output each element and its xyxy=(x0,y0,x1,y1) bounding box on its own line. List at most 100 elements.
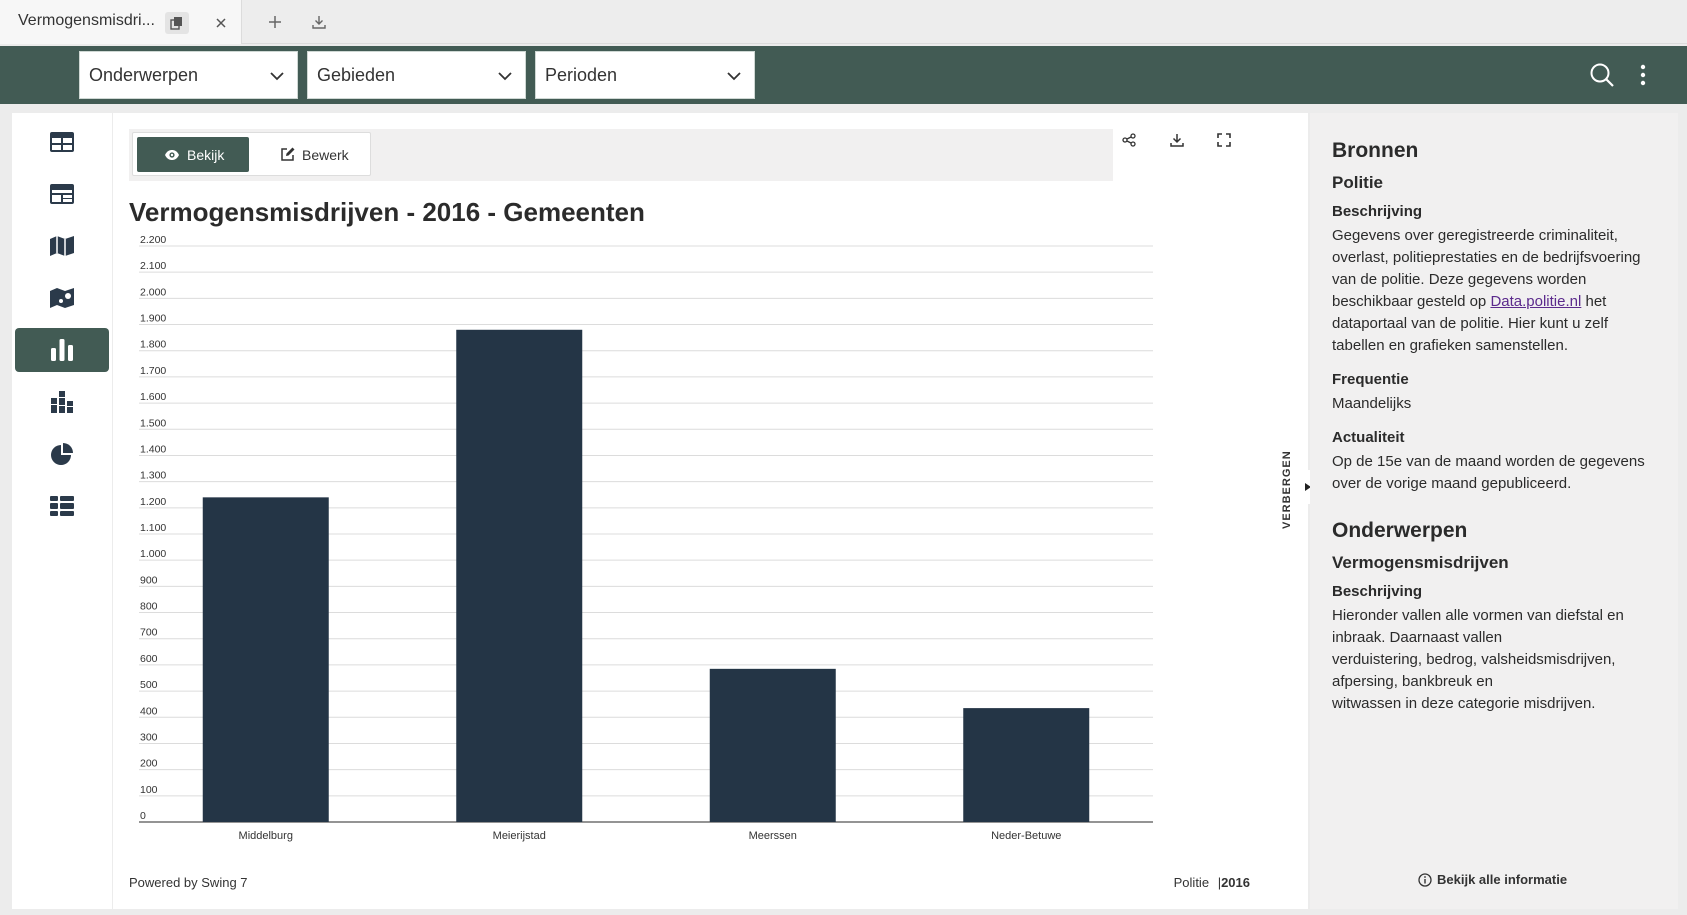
y-tick-label: 200 xyxy=(140,758,158,770)
view-edit-toggle: Bekijk Bewerk xyxy=(132,132,371,176)
onderwerpen-dropdown[interactable]: Onderwerpen xyxy=(79,51,298,99)
download-tab-icon[interactable] xyxy=(307,11,331,33)
tab-strip: Vermogensmisdri... xyxy=(0,0,1687,44)
share-icon[interactable] xyxy=(1116,127,1142,153)
sidebar-item-pie-chart[interactable] xyxy=(15,432,109,476)
pie-chart-icon xyxy=(51,443,73,465)
source-label: Politie xyxy=(1173,875,1210,890)
actuality-value: Op de 15e van de maand worden de gegeven… xyxy=(1332,453,1645,492)
y-tick-label: 2.200 xyxy=(140,234,166,246)
subject-description-label: Beschrijving xyxy=(1332,583,1423,600)
edit-button[interactable]: Bewerk xyxy=(253,137,365,172)
chart-title: Vermogensmisdrijven - 2016 - Gemeenten xyxy=(129,197,645,227)
bar-middelburg[interactable] xyxy=(202,497,329,822)
more-options-icon[interactable] xyxy=(1628,60,1658,90)
source-year: Politie |2016 xyxy=(1173,875,1250,890)
gebieden-dropdown[interactable]: Gebieden xyxy=(307,51,526,99)
tiles-icon xyxy=(50,496,74,516)
powered-by: Powered by Swing 7 xyxy=(129,875,248,890)
bar-neder-betuwe[interactable] xyxy=(963,708,1090,822)
subject-desc-line: verduistering, bedrog, valsheidsmisdrijv… xyxy=(1332,651,1616,690)
x-tick-label: Middelburg xyxy=(239,830,293,842)
dashboard-icon xyxy=(50,184,74,204)
perioden-dropdown[interactable]: Perioden xyxy=(535,51,755,99)
duplicate-tab-icon[interactable] xyxy=(165,12,189,34)
view-type-sidebar xyxy=(12,113,112,909)
y-tick-label: 1.100 xyxy=(140,522,166,534)
info-panel: Bronnen Politie Beschrijving Gegevens ov… xyxy=(1310,113,1678,909)
tab-title: Vermogensmisdri... xyxy=(18,12,155,29)
data-politie-link[interactable]: Data.politie.nl xyxy=(1490,293,1581,310)
y-tick-label: 2.000 xyxy=(140,286,166,298)
view-button-label: Bekijk xyxy=(187,146,225,163)
y-tick-label: 400 xyxy=(140,705,158,717)
onderwerpen-title: Onderwerpen xyxy=(1332,519,1468,542)
y-tick-label: 100 xyxy=(140,784,158,796)
chevron-down-icon xyxy=(727,72,741,81)
edit-button-label: Bewerk xyxy=(302,146,349,163)
sidebar-item-map[interactable] xyxy=(15,224,109,268)
y-tick-label: 500 xyxy=(140,679,158,691)
edit-icon xyxy=(281,147,295,161)
view-button[interactable]: Bekijk xyxy=(137,137,249,172)
fullscreen-icon[interactable] xyxy=(1211,127,1237,153)
subject-name: Vermogensmisdrijven xyxy=(1332,553,1509,572)
bar-meierijstad[interactable] xyxy=(456,329,583,822)
view-all-info-button[interactable]: Bekijk alle informatie xyxy=(1418,872,1567,887)
sidebar-item-stacked-chart[interactable] xyxy=(15,380,109,424)
subject-desc-line: witwassen in deze categorie misdrijven. xyxy=(1332,695,1596,712)
source-name: Politie xyxy=(1332,173,1384,192)
y-tick-label: 600 xyxy=(140,653,158,665)
view-all-info-label: Bekijk alle informatie xyxy=(1437,872,1568,887)
top-toolbar: Onderwerpen Gebieden Perioden xyxy=(0,46,1687,104)
eye-icon xyxy=(165,149,179,160)
sidebar-item-tiles[interactable] xyxy=(15,484,109,528)
y-tick-label: 1.800 xyxy=(140,339,166,351)
browser-tab[interactable]: Vermogensmisdri... xyxy=(0,0,242,44)
stacked-chart-icon xyxy=(51,391,73,413)
info-icon xyxy=(1418,872,1432,887)
table-icon xyxy=(50,132,74,152)
y-tick-label: 1.400 xyxy=(140,443,166,455)
chevron-down-icon xyxy=(498,72,512,81)
sidebar-item-bar-chart[interactable] xyxy=(15,328,109,372)
y-tick-label: 0 xyxy=(140,810,146,822)
dropdown-label: Gebieden xyxy=(317,64,396,85)
frequency-label: Frequentie xyxy=(1332,371,1409,388)
x-tick-label: Neder-Betuwe xyxy=(991,830,1061,842)
sidebar-item-table[interactable] xyxy=(15,120,109,164)
close-tab-icon[interactable] xyxy=(209,12,233,34)
bar-chart-icon xyxy=(51,339,73,361)
map-icon xyxy=(50,236,74,256)
chevron-down-icon xyxy=(270,72,284,81)
hide-panel-label[interactable]: VERBERGEN xyxy=(1277,450,1297,530)
bronnen-title: Bronnen xyxy=(1332,139,1419,162)
main-panel: Bekijk Bewerk Vermogensmisdrijven - 2016… xyxy=(113,113,1308,909)
download-icon[interactable] xyxy=(1164,127,1190,153)
y-tick-label: 300 xyxy=(140,731,158,743)
sidebar-item-dashboard[interactable] xyxy=(15,172,109,216)
y-tick-label: 1.300 xyxy=(140,470,166,482)
y-tick-label: 1.700 xyxy=(140,365,166,377)
search-icon[interactable] xyxy=(1587,60,1617,90)
actuality-label: Actualiteit xyxy=(1332,429,1405,446)
bar-chart: 0 100 200 300 400 500 600 700 800 900 1.000 1.100 1.… xyxy=(139,234,1153,842)
year-label: 2016 xyxy=(1221,875,1250,890)
y-tick-label: 1.200 xyxy=(140,496,166,508)
y-tick-label: 900 xyxy=(140,574,158,586)
add-tab-icon[interactable] xyxy=(263,11,287,33)
map-points-icon xyxy=(50,288,74,308)
bar-meerssen[interactable] xyxy=(709,668,836,822)
y-tick-label: 1.600 xyxy=(140,391,166,403)
y-tick-label: 800 xyxy=(140,601,158,613)
sidebar-item-map-points[interactable] xyxy=(15,276,109,320)
subject-desc-line: Hieronder vallen alle vormen van diefsta… xyxy=(1332,607,1624,646)
dropdown-label: Perioden xyxy=(545,64,618,85)
frequency-value: Maandelijks xyxy=(1332,395,1412,412)
x-tick-label: Meerssen xyxy=(749,830,797,842)
x-tick-label: Meierijstad xyxy=(493,830,546,842)
y-tick-label: 2.100 xyxy=(140,260,166,272)
description-label: Beschrijving xyxy=(1332,203,1423,220)
view-bar: Bekijk Bewerk xyxy=(129,129,1113,181)
subject-description: Hieronder vallen alle vormen van diefsta… xyxy=(1332,605,1656,715)
